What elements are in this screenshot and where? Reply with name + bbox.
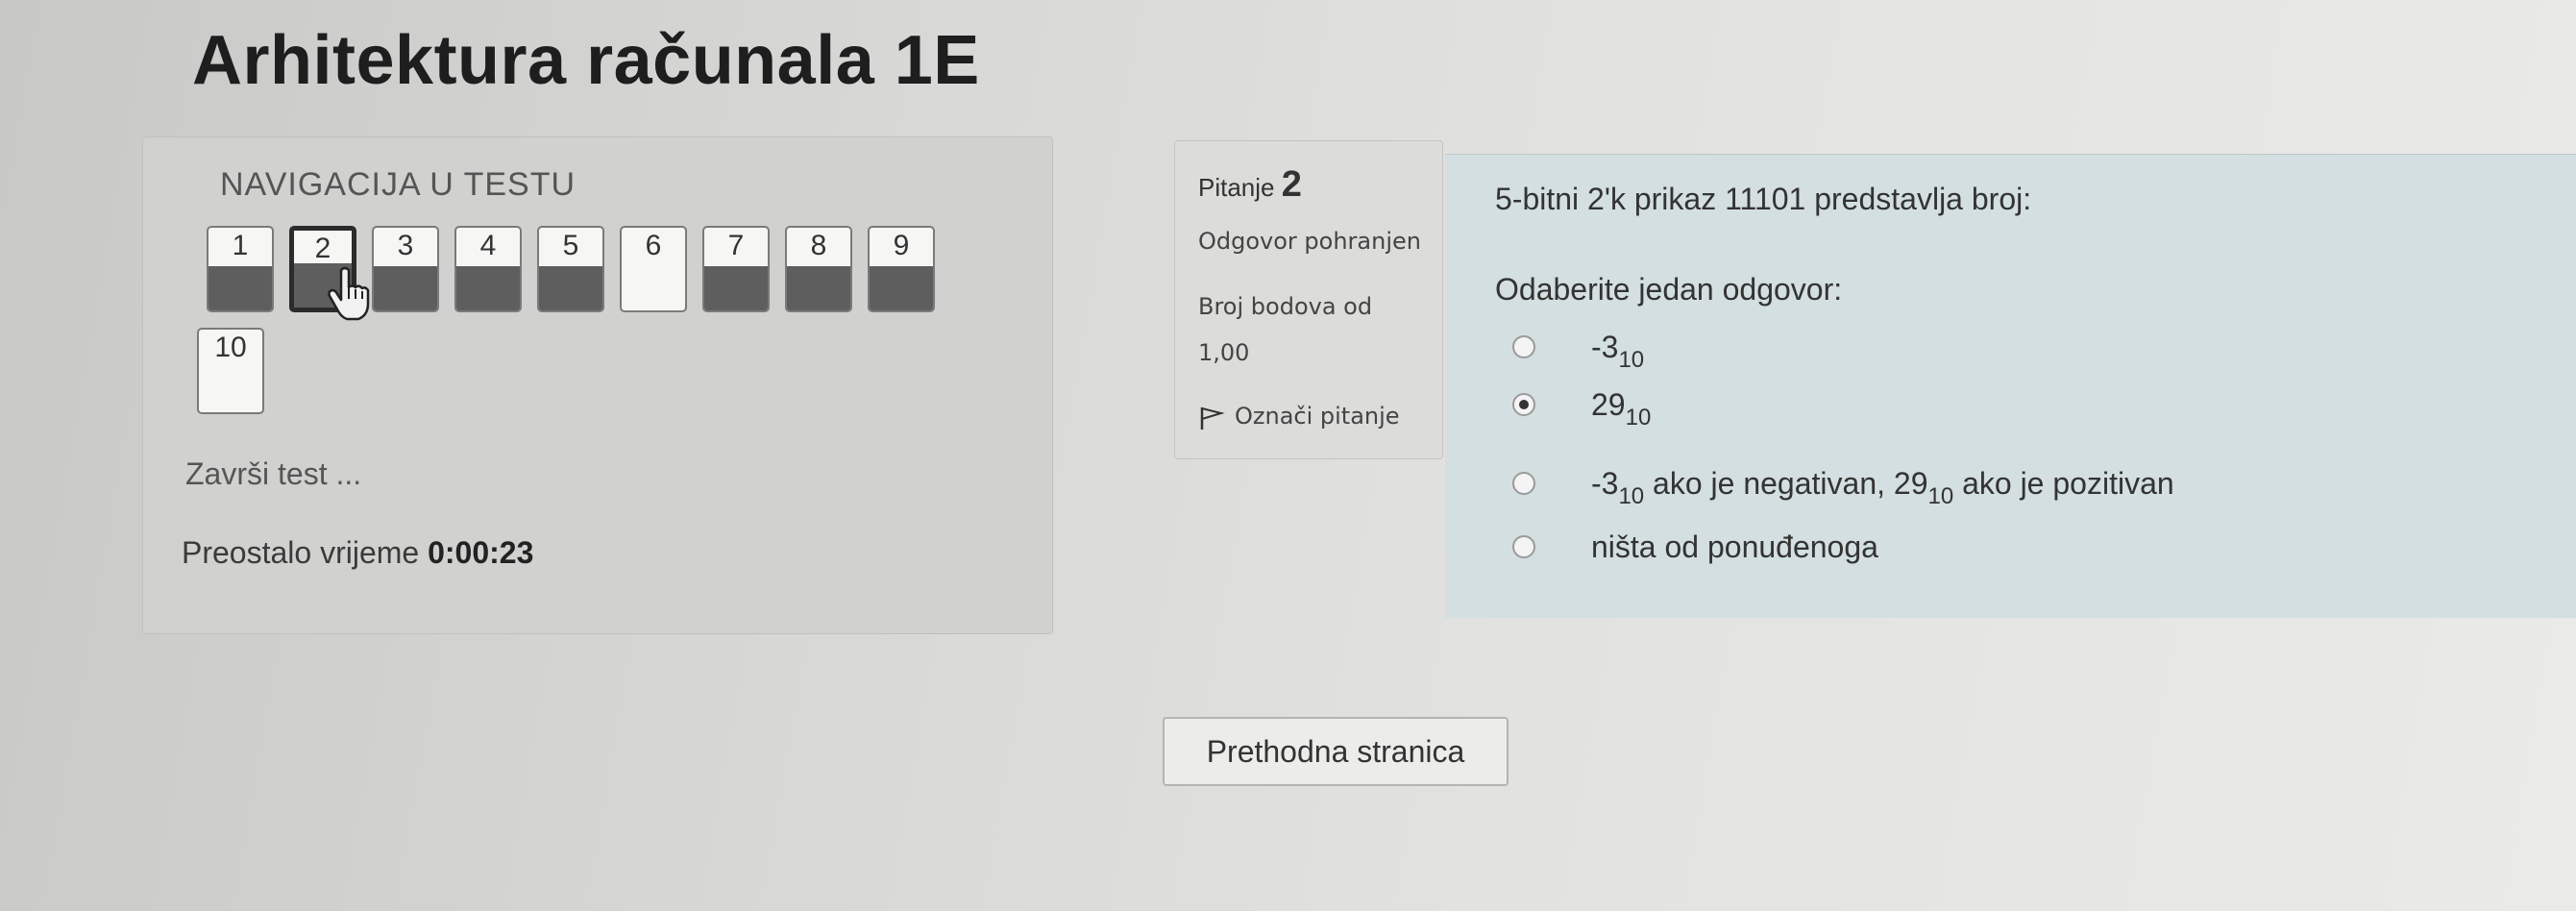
question-nav-number: 1 xyxy=(232,230,249,261)
flag-question-link[interactable]: Označi pitanje xyxy=(1235,403,1400,430)
question-number: 2 xyxy=(1281,164,1302,205)
question-nav-button-10[interactable]: 10 xyxy=(197,328,264,414)
question-nav-number: 7 xyxy=(727,230,745,261)
answered-indicator xyxy=(374,266,437,310)
timer-value: 0:00:23 xyxy=(428,535,534,570)
question-label: Pitanje xyxy=(1198,173,1275,202)
question-nav-button-5[interactable]: 5 xyxy=(537,226,604,312)
points-label: Broj bodova od xyxy=(1198,293,1373,320)
question-nav-button-3[interactable]: 3 xyxy=(372,226,439,312)
navigation-heading: NAVIGACIJA U TESTU xyxy=(220,166,577,203)
question-nav-number: 10 xyxy=(214,332,247,363)
question-nav-button-6[interactable]: 6 xyxy=(620,226,687,312)
radio-button[interactable] xyxy=(1512,535,1535,558)
radio-button[interactable] xyxy=(1512,335,1535,358)
points-value: 1,00 xyxy=(1198,339,1250,366)
course-title: Arhitektura računala 1E xyxy=(192,22,980,99)
question-nav-number: 3 xyxy=(397,230,414,261)
question-nav-number: 9 xyxy=(893,230,910,261)
question-content-panel: 5-bitni 2'k prikaz 11101 predstavlja bro… xyxy=(1445,154,2576,618)
answered-indicator xyxy=(539,266,602,310)
answered-indicator xyxy=(787,266,850,310)
question-nav-number: 6 xyxy=(645,230,662,261)
radio-button-selected[interactable] xyxy=(1512,393,1535,416)
answer-option-label: -310 ako je negativan, 2910 ako je pozit… xyxy=(1591,466,2174,509)
question-nav-number: 2 xyxy=(314,233,331,264)
finish-attempt-link[interactable]: Završi test ... xyxy=(185,456,361,492)
question-nav-button-7[interactable]: 7 xyxy=(702,226,770,312)
previous-page-button[interactable]: Prethodna stranica xyxy=(1163,717,1509,786)
question-info-panel: Pitanje 2 Odgovor pohranjen Broj bodova … xyxy=(1174,140,1443,459)
answered-indicator xyxy=(209,266,272,310)
question-number-label: Pitanje 2 xyxy=(1198,164,1302,206)
question-nav-button-9[interactable]: 9 xyxy=(868,226,935,312)
answered-indicator xyxy=(704,266,768,310)
question-nav-button-8[interactable]: 8 xyxy=(785,226,852,312)
answered-indicator xyxy=(456,266,520,310)
question-nav-number: 8 xyxy=(810,230,827,261)
radio-button[interactable] xyxy=(1512,472,1535,495)
question-status: Odgovor pohranjen xyxy=(1198,228,1421,255)
question-nav-number: 5 xyxy=(562,230,579,261)
answer-option-label: 2910 xyxy=(1591,387,1652,431)
answered-indicator xyxy=(870,266,933,310)
question-text: 5-bitni 2'k prikaz 11101 predstavlja bro… xyxy=(1495,182,2032,216)
answer-prompt: Odaberite jedan odgovor: xyxy=(1495,272,1843,307)
quiz-navigation-panel: NAVIGACIJA U TESTU 1 2 3 4 5 6 7 8 9 10 xyxy=(142,136,1053,634)
answer-option-label: -310 xyxy=(1591,330,1645,373)
question-nav-number: 4 xyxy=(479,230,497,261)
question-nav-button-4[interactable]: 4 xyxy=(454,226,522,312)
time-remaining: Preostalo vrijeme 0:00:23 xyxy=(182,535,533,571)
hand-cursor-icon xyxy=(328,266,370,321)
flag-icon[interactable] xyxy=(1198,405,1225,431)
time-remaining-label: Preostalo vrijeme xyxy=(182,535,420,570)
question-nav-button-1[interactable]: 1 xyxy=(207,226,274,312)
answer-option-label: ništa od ponuđenoga xyxy=(1591,529,1878,564)
